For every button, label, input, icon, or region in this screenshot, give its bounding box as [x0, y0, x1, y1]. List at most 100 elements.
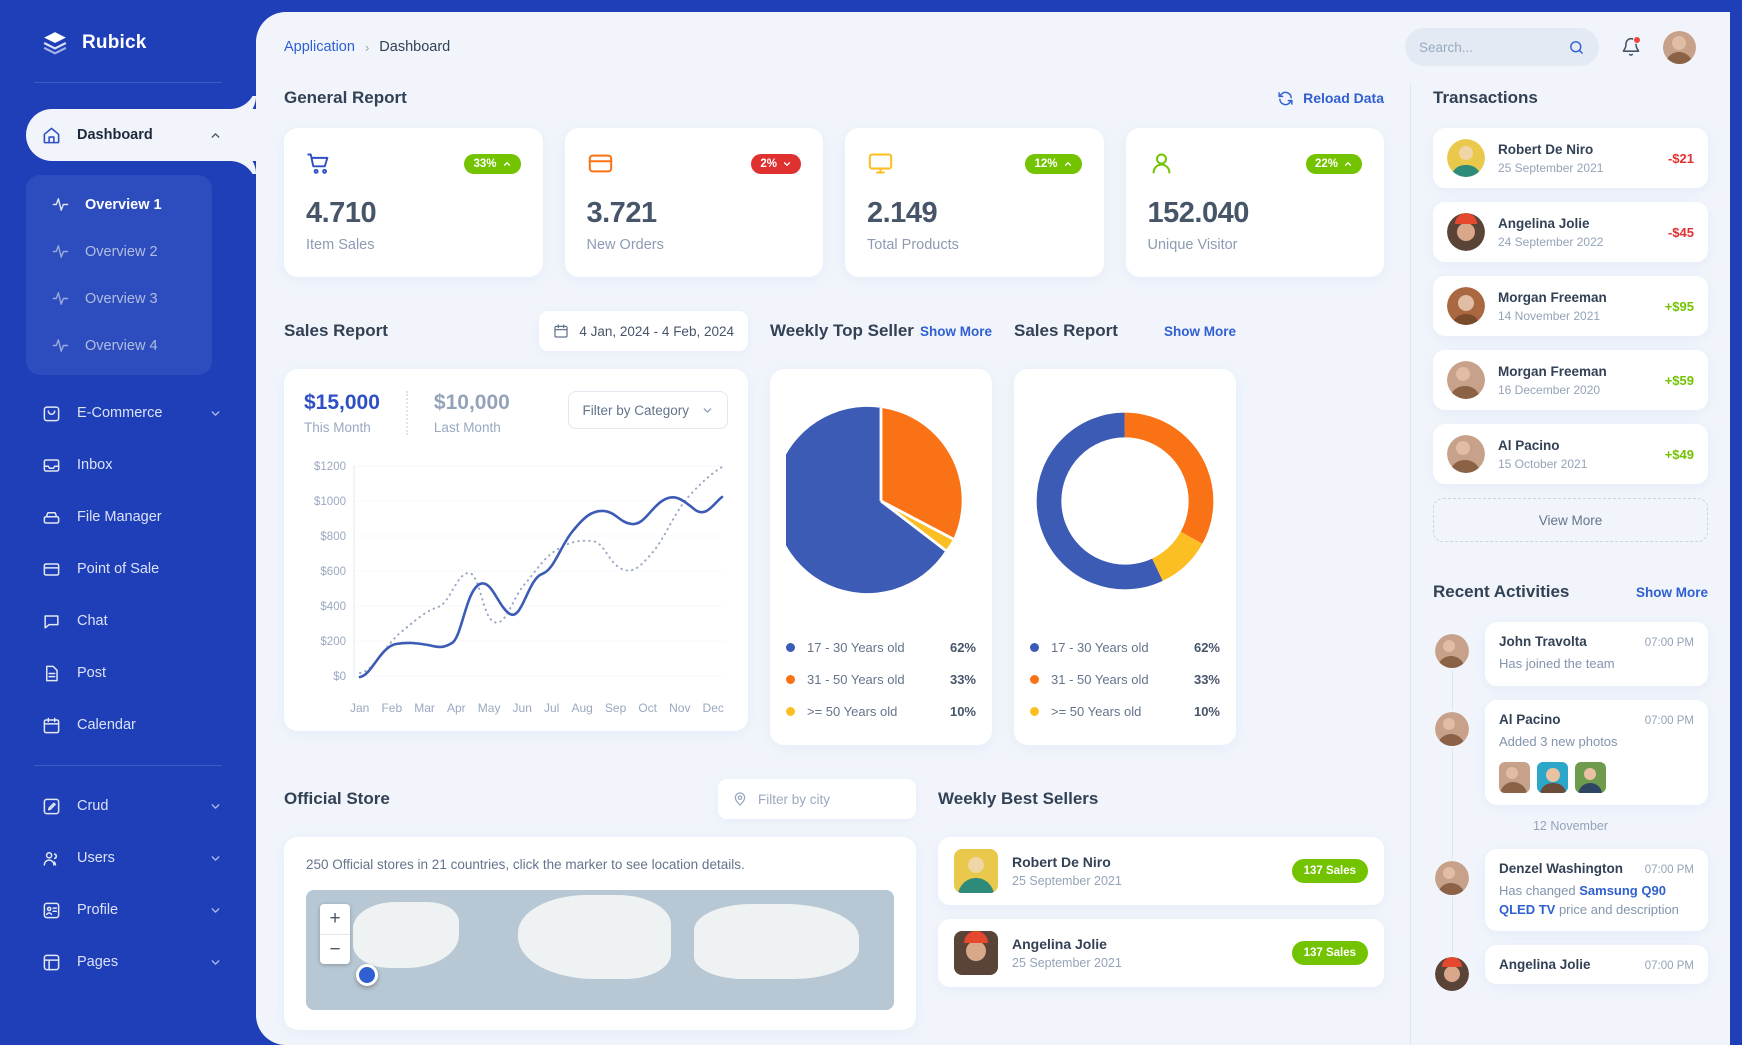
stat-card-unique-visitor[interactable]: 22% 152.040 Unique Visitor — [1125, 128, 1384, 284]
seller-name: Robert De Niro — [1012, 854, 1111, 870]
date-range-picker[interactable]: 4 Jan, 2024 - 4 Feb, 2024 — [539, 311, 748, 351]
map-pin-icon — [732, 791, 748, 807]
activity-icon — [52, 290, 69, 307]
filter-by-city-box[interactable] — [718, 779, 916, 819]
notifications-button[interactable] — [1621, 36, 1641, 57]
user-icon — [1148, 150, 1175, 177]
transactions-title: Transactions — [1433, 88, 1538, 107]
sidebar-item-ecommerce[interactable]: E-Commerce — [0, 387, 256, 439]
show-more-link[interactable]: Show More — [1164, 324, 1236, 339]
thumbnail[interactable] — [1537, 761, 1568, 793]
transaction-amount: -$45 — [1667, 224, 1694, 240]
calendar-icon — [42, 716, 61, 735]
chevron-down-icon[interactable] — [209, 800, 222, 813]
sidebar-item-crud[interactable]: Crud — [0, 780, 256, 832]
transaction-date: 24 September 2022 — [1498, 234, 1604, 249]
sidebar-divider-2 — [34, 765, 222, 766]
stat-card-total-products[interactable]: 12% 2.149 Total Products — [845, 128, 1104, 284]
store-map[interactable]: + − — [306, 890, 894, 1010]
brand[interactable]: Rubick — [0, 0, 256, 82]
table-row[interactable]: Morgan Freeman 16 December 2020 +$59 — [1433, 350, 1708, 410]
official-store-note: 250 Official stores in 21 countries, cli… — [306, 857, 745, 872]
table-row[interactable]: Morgan Freeman 14 November 2021 +$95 — [1433, 276, 1708, 336]
sidebar-item-post[interactable]: Post — [0, 647, 256, 699]
weekly-best-sellers-header: Weekly Best Sellers — [938, 779, 1384, 819]
zoom-out-button[interactable]: − — [320, 934, 350, 964]
chevron-down-icon[interactable] — [209, 904, 222, 917]
list-item[interactable]: Al Pacino 07:00 PM Added 3 new photos — [1433, 699, 1708, 805]
list-item[interactable]: John Travolta 07:00 PM Has joined the te… — [1433, 622, 1708, 686]
seller-date: 25 September 2021 — [1012, 874, 1122, 888]
sidebar-item-users[interactable]: Users — [0, 832, 256, 884]
sidebar-subitem-label: Overview 2 — [85, 243, 158, 260]
sidebar-subitem-overview-2[interactable]: Overview 2 — [26, 228, 212, 275]
svg-text:$1000: $1000 — [314, 496, 346, 508]
filter-by-city-input[interactable] — [758, 791, 902, 807]
table-row[interactable]: Robert De Niro 25 September 2021 -$21 — [1433, 128, 1708, 188]
stat-value: 152.040 — [1147, 197, 1250, 229]
stat-card-top: 2% — [587, 150, 801, 177]
sidebar-item-dashboard[interactable]: Dashboard — [26, 83, 256, 187]
sidebar-item-label: Post — [77, 665, 107, 681]
sidebar-item-pages[interactable]: Pages — [0, 936, 256, 988]
view-more-button[interactable]: View More — [1433, 498, 1708, 542]
activity-bubble: Denzel Washington 07:00 PM Has changed S… — [1485, 848, 1708, 932]
sidebar-item-calendar[interactable]: Calendar — [0, 699, 256, 751]
legend-item: 17 - 30 Years old 62% — [786, 631, 976, 663]
search-input[interactable] — [1419, 39, 1560, 55]
pie-chart-svg — [786, 406, 962, 594]
stat-card-item-sales[interactable]: 33% 4.710 Item Sales — [284, 128, 543, 284]
legend-value: 10% — [949, 703, 976, 719]
sidebar-item-profile[interactable]: Profile — [0, 884, 256, 936]
sidebar-subitem-overview-3[interactable]: Overview 3 — [26, 275, 212, 322]
activity-bubble: John Travolta 07:00 PM Has joined the te… — [1485, 622, 1708, 686]
sidebar-item-label: Inbox — [77, 457, 113, 473]
activity-time: 07:00 PM — [1644, 714, 1694, 727]
transaction-name: Robert De Niro — [1498, 141, 1594, 157]
chevron-down-icon[interactable] — [209, 852, 222, 865]
chevron-up-icon[interactable] — [209, 129, 222, 142]
map-marker[interactable] — [356, 964, 378, 986]
donut-legend: 17 - 30 Years old 62% 31 - 50 Years old … — [1030, 631, 1220, 727]
table-row[interactable]: Al Pacino 15 October 2021 +$49 — [1433, 424, 1708, 484]
reload-data-label: Reload Data — [1303, 90, 1384, 106]
sidebar-subitem-overview-1[interactable]: Overview 1 — [26, 181, 212, 228]
filter-by-category-select[interactable]: Filter by Category — [568, 391, 728, 429]
activity-name: Angelina Jolie — [1499, 957, 1591, 973]
stat-card-new-orders[interactable]: 2% 3.721 New Orders — [564, 128, 823, 284]
legend-swatch — [786, 706, 795, 716]
search-box[interactable] — [1405, 28, 1599, 66]
thumbnail[interactable] — [1575, 761, 1606, 793]
weekly-top-seller-card: 17 - 30 Years old 62% 31 - 50 Years old … — [770, 369, 992, 745]
show-more-link[interactable]: Show More — [1636, 585, 1708, 600]
sidebar-subitem-overview-4[interactable]: Overview 4 — [26, 322, 212, 369]
sidebar-item-inbox[interactable]: Inbox — [0, 439, 256, 491]
activity-head: Angelina Jolie 07:00 PM — [1499, 957, 1694, 972]
thumbnail[interactable] — [1499, 761, 1530, 793]
breadcrumb-application[interactable]: Application — [284, 39, 355, 55]
zoom-in-button[interactable]: + — [320, 904, 350, 934]
sidebar-item-file-manager[interactable]: File Manager — [0, 491, 256, 543]
status-badge: 12% — [1025, 153, 1082, 174]
x-tick: Apr — [447, 701, 466, 715]
list-item[interactable]: Denzel Washington 07:00 PM Has changed S… — [1433, 848, 1708, 932]
list-item[interactable]: Robert De Niro 25 September 2021 137 Sal… — [938, 837, 1384, 905]
list-item[interactable]: Angelina Jolie 25 September 2021 137 Sal… — [938, 919, 1384, 987]
sidebar-item-point-of-sale[interactable]: Point of Sale — [0, 543, 256, 595]
reload-data-button[interactable]: Reload Data — [1277, 90, 1384, 107]
activity-time: 07:00 PM — [1644, 637, 1694, 649]
sidebar-item-chat[interactable]: Chat — [0, 595, 256, 647]
legend-value: 62% — [1193, 639, 1220, 655]
svg-text:$200: $200 — [320, 636, 346, 648]
table-row[interactable]: Angelina Jolie 24 September 2022 -$45 — [1433, 202, 1708, 262]
show-more-link[interactable]: Show More — [920, 324, 992, 339]
chevron-down-icon[interactable] — [209, 407, 222, 420]
seller-date: 25 September 2021 — [1012, 956, 1122, 970]
chevron-down-icon[interactable] — [209, 956, 222, 969]
x-tick: May — [477, 701, 501, 715]
avatar[interactable] — [1663, 30, 1696, 64]
list-item[interactable]: Angelina Jolie 07:00 PM — [1433, 945, 1708, 994]
reports-row: Sales Report 4 Jan, 2024 - 4 Feb, 2024 $… — [284, 311, 1384, 745]
map-landmass — [353, 902, 459, 968]
search-icon[interactable] — [1568, 39, 1585, 56]
